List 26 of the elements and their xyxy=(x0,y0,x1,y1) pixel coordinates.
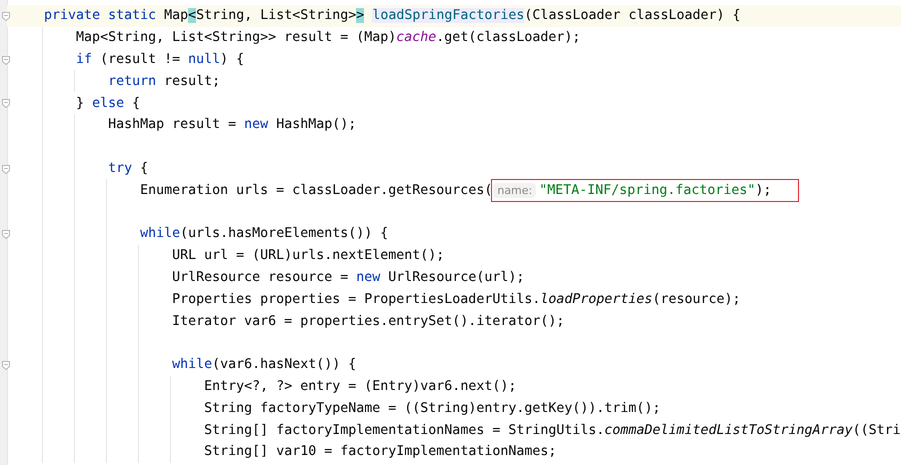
code-text: Iterator var6 = properties.entrySet().iterator(); xyxy=(171,314,564,329)
fold-icon[interactable] xyxy=(1,228,11,240)
code-text: private static Map<String, List<String>> loadSpringFactories(ClassLoader classLoader) { xyxy=(43,8,741,24)
code-text: try { xyxy=(107,160,148,176)
code-text: Enumeration urls = classLoader.getResources( xyxy=(139,182,492,198)
code-text: String[] var10 = factoryImplementationNames; xyxy=(203,444,556,460)
code-text: Entry<?, ?> entry = (Entry)var6.next(); xyxy=(203,378,516,394)
fold-icon[interactable] xyxy=(1,54,11,66)
code-text: UrlResource resource = new UrlResource(url); xyxy=(171,270,524,285)
code-text: Properties properties = PropertiesLoaderUtils.loadProperties(resource); xyxy=(171,292,740,307)
fold-icon[interactable] xyxy=(1,164,11,175)
fold-icon[interactable] xyxy=(1,98,11,110)
fold-icon[interactable] xyxy=(1,360,11,371)
code-text: URL url = (URL)urls.nextElement(); xyxy=(171,248,444,264)
code-text: HashMap result = new HashMap(); xyxy=(107,117,356,132)
code-text: } else { xyxy=(75,96,140,111)
code-text: return result; xyxy=(107,74,220,89)
fold-icon[interactable] xyxy=(1,11,11,22)
parameter-hint: name: xyxy=(493,182,536,198)
code-text: Map<String, List<String>> result = (Map)cache.get(classLoader); xyxy=(75,30,580,46)
code-text: while(urls.hasMoreElements()) { xyxy=(139,226,388,242)
code-text: String factoryTypeName = ((String)entry.getKey()).trim(); xyxy=(203,400,660,416)
code-text: if (result != null) { xyxy=(75,52,244,67)
code-text: String[] factoryImplementationNames = StringUtils.commaDelimitedListToStringArray((Stri xyxy=(203,422,901,438)
code-text: "META-INF/spring.factories"); xyxy=(539,182,772,198)
code-text: while(var6.hasNext()) { xyxy=(171,357,356,372)
